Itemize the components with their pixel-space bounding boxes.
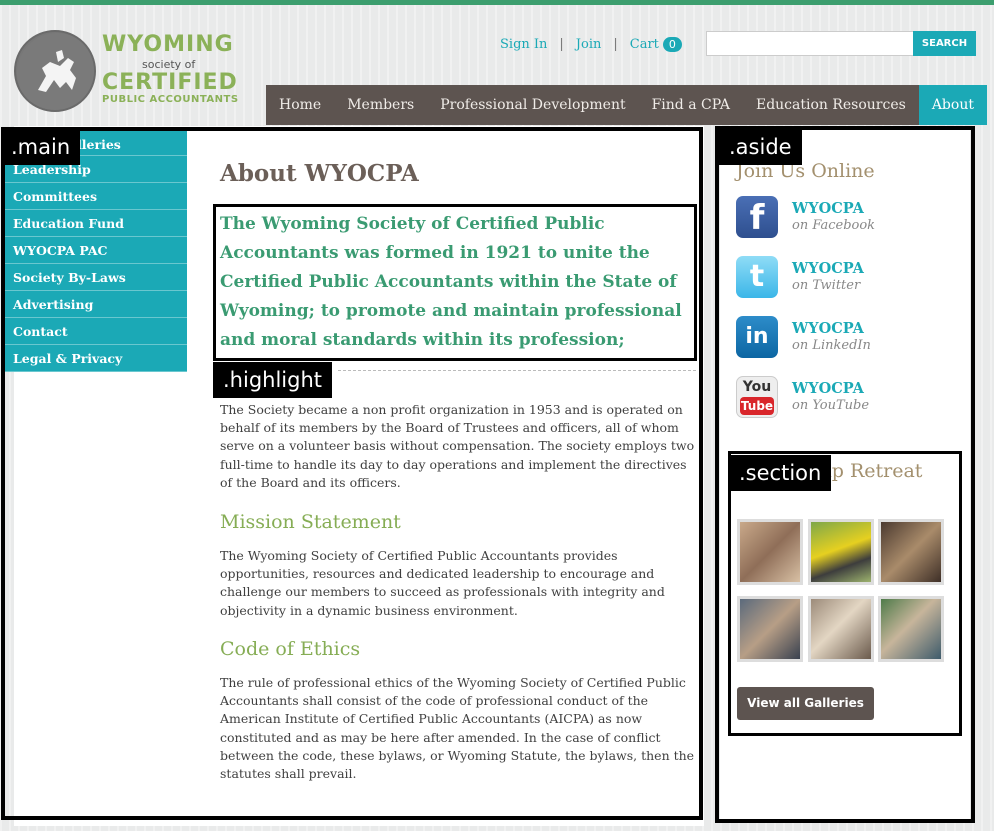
divider: | [559, 36, 564, 52]
sign-in-link[interactable]: Sign In [500, 37, 547, 52]
section-label: .section [729, 455, 832, 491]
nav-item-members[interactable]: Members [334, 85, 427, 125]
main-nav: Home Members Professional Development Fi… [266, 85, 987, 125]
nav-item-about[interactable]: About [918, 85, 987, 125]
utility-nav: Sign In | Join | Cart 0 [500, 34, 682, 54]
cart-link[interactable]: Cart 0 [629, 36, 682, 52]
main-label: .main [1, 129, 81, 165]
nav-item-professional-development[interactable]: Professional Development [427, 85, 638, 125]
top-accent-bar [0, 0, 994, 5]
join-link[interactable]: Join [576, 37, 602, 52]
search-input[interactable] [706, 31, 914, 56]
nav-item-find-a-cpa[interactable]: Find a CPA [639, 85, 743, 125]
site-logo[interactable]: WYOMING society of CERTIFIED PUBLIC ACCO… [14, 28, 254, 114]
bucking-horse-icon [14, 30, 96, 112]
divider: | [613, 36, 618, 52]
nav-item-home[interactable]: Home [266, 85, 334, 125]
main-outline [1, 127, 703, 820]
cart-count-badge: 0 [662, 36, 682, 52]
cart-label: Cart [629, 36, 659, 52]
logo-text-public-accountants: PUBLIC ACCOUNTANTS [102, 94, 239, 105]
logo-text-certified: CERTIFIED [102, 70, 238, 95]
highlight-label: .highlight [213, 362, 333, 398]
search-button[interactable]: SEARCH [913, 31, 976, 56]
nav-item-education-resources[interactable]: Education Resources [743, 85, 919, 125]
logo-text-wyoming: WYOMING [102, 32, 234, 57]
aside-label: .aside [719, 129, 802, 165]
